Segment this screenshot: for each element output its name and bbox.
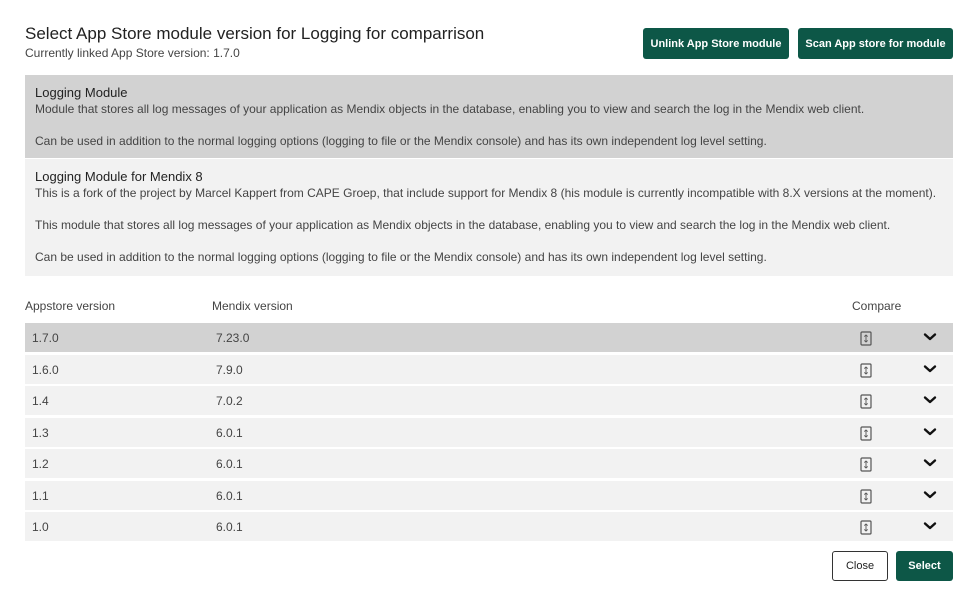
- version-row[interactable]: 1.3 6.0.1: [25, 418, 953, 447]
- column-header-mendix-version: Mendix version: [212, 299, 293, 313]
- version-row[interactable]: 1.0 6.0.1: [25, 512, 953, 541]
- mendix-version-cell: 6.0.1: [216, 426, 243, 440]
- mendix-version-cell: 6.0.1: [216, 520, 243, 534]
- version-row[interactable]: 1.2 6.0.1: [25, 449, 953, 478]
- mendix-version-cell: 7.0.2: [216, 394, 243, 408]
- mendix-version-cell: 7.23.0: [216, 331, 250, 345]
- document-compare-icon[interactable]: [860, 331, 872, 346]
- column-header-appstore-version: Appstore version: [25, 299, 116, 313]
- module-name: Logging Module: [35, 85, 128, 100]
- chevron-down-icon[interactable]: [923, 394, 937, 404]
- version-row[interactable]: 1.7.0 7.23.0: [25, 323, 953, 352]
- chevron-down-icon[interactable]: [923, 457, 937, 467]
- module-description: This module that stores all log messages…: [35, 218, 891, 232]
- appstore-version-cell: 1.7.0: [32, 331, 59, 345]
- appstore-version-cell: 1.3: [32, 426, 49, 440]
- dialog-title: Select App Store module version for Logg…: [25, 24, 485, 43]
- module-description: This is a fork of the project by Marcel …: [35, 186, 937, 200]
- module-description: Module that stores all log messages of y…: [35, 102, 865, 116]
- document-compare-icon[interactable]: [860, 426, 872, 441]
- module-option-logging-module[interactable]: Logging Module Module that stores all lo…: [25, 75, 953, 158]
- column-header-compare: Compare: [852, 299, 902, 313]
- version-row[interactable]: 1.6.0 7.9.0: [25, 355, 953, 384]
- linked-version-text: Currently linked App Store version: 1.7.…: [25, 46, 240, 60]
- version-row[interactable]: 1.4 7.0.2: [25, 386, 953, 415]
- mendix-version-cell: 6.0.1: [216, 457, 243, 471]
- appstore-version-cell: 1.2: [32, 457, 49, 471]
- chevron-down-icon[interactable]: [923, 426, 937, 436]
- module-description: Can be used in addition to the normal lo…: [35, 250, 767, 264]
- appstore-version-cell: 1.0: [32, 520, 49, 534]
- module-name: Logging Module for Mendix 8: [35, 169, 203, 184]
- mendix-version-cell: 7.9.0: [216, 363, 243, 377]
- select-button[interactable]: Select: [896, 551, 953, 581]
- scan-app-store-button[interactable]: Scan App store for module: [798, 28, 953, 59]
- document-compare-icon[interactable]: [860, 394, 872, 409]
- chevron-down-icon[interactable]: [923, 520, 937, 530]
- dialog-header: Select App Store module version for Logg…: [25, 24, 484, 61]
- mendix-version-cell: 6.0.1: [216, 489, 243, 503]
- module-option-logging-module-mendix-8[interactable]: Logging Module for Mendix 8 This is a fo…: [25, 159, 953, 276]
- close-button[interactable]: Close: [832, 551, 888, 581]
- appstore-version-cell: 1.6.0: [32, 363, 59, 377]
- unlink-app-store-module-button[interactable]: Unlink App Store module: [643, 28, 789, 59]
- version-row[interactable]: 1.1 6.0.1: [25, 481, 953, 510]
- module-description: Can be used in addition to the normal lo…: [35, 134, 767, 148]
- chevron-down-icon[interactable]: [923, 363, 937, 373]
- appstore-version-cell: 1.4: [32, 394, 49, 408]
- chevron-down-icon[interactable]: [923, 331, 937, 341]
- document-compare-icon[interactable]: [860, 520, 872, 535]
- document-compare-icon[interactable]: [860, 489, 872, 504]
- appstore-version-cell: 1.1: [32, 489, 49, 503]
- document-compare-icon[interactable]: [860, 363, 872, 378]
- document-compare-icon[interactable]: [860, 457, 872, 472]
- chevron-down-icon[interactable]: [923, 489, 937, 499]
